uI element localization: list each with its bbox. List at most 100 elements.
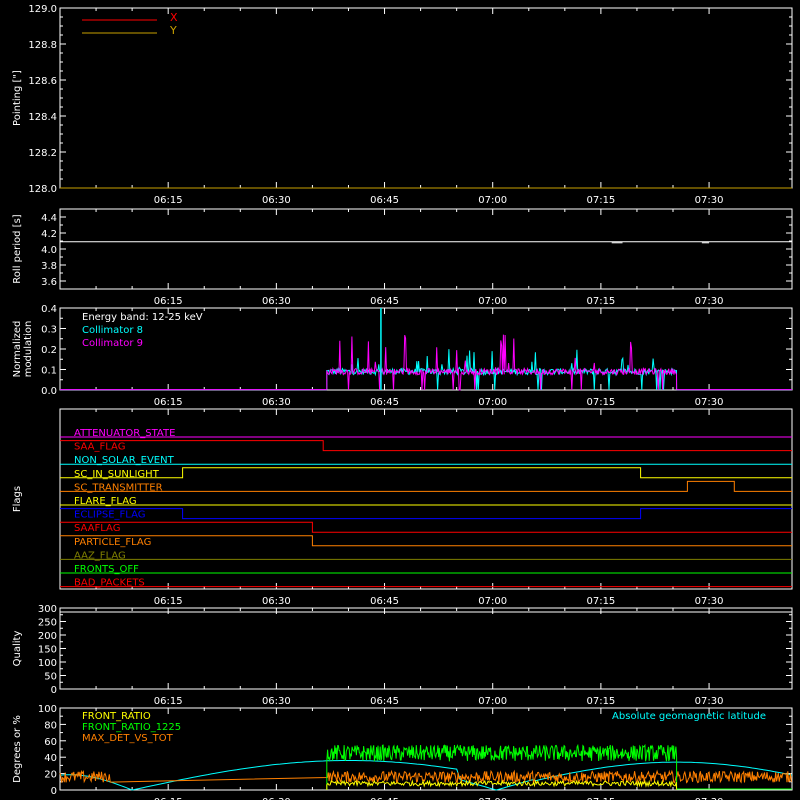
flag-label: PARTICLE_FLAG bbox=[74, 537, 151, 548]
x-tick-label: 06:45 bbox=[370, 397, 399, 408]
panel-3: 06:15 06:30 06:45 07:00 07:15 07:30 Normalized… bbox=[12, 304, 793, 408]
y-tick-label: 0.3 bbox=[41, 325, 57, 336]
y-tick-label: 60 bbox=[44, 737, 57, 748]
flag-label: BAD_PACKETS bbox=[74, 578, 145, 589]
series-collimator-9 bbox=[326, 334, 678, 391]
y-tick-label: 4.0 bbox=[41, 245, 57, 256]
x-tick-label: 07:15 bbox=[586, 696, 615, 707]
panel-frame bbox=[59, 607, 793, 690]
panel-frame bbox=[59, 208, 793, 290]
y-tick-label: 250 bbox=[38, 618, 57, 629]
legend-label: Collimator 8 bbox=[82, 325, 143, 336]
flag-line bbox=[60, 521, 792, 533]
x-tick-label: 07:30 bbox=[695, 195, 724, 206]
y-tick-label: 3.6 bbox=[41, 277, 57, 288]
x-tick-label: 06:15 bbox=[154, 696, 183, 707]
panel-1: 06:15 06:30 06:45 07:00 07:15 07:30 Pointing [… bbox=[12, 4, 793, 206]
y-tick-label: 128.8 bbox=[28, 40, 57, 51]
y-tick-label: 128.2 bbox=[28, 148, 57, 159]
y-axis-label: Degrees or % bbox=[12, 715, 23, 783]
x-tick-label: 07:00 bbox=[478, 397, 507, 408]
y-tick-label: 3.8 bbox=[41, 261, 57, 272]
y-tick-label: 100 bbox=[38, 704, 57, 715]
y-axis-label: Quality bbox=[12, 631, 23, 667]
x-tick-label: 06:15 bbox=[154, 596, 183, 607]
flag-line bbox=[60, 440, 792, 452]
energy-band-annotation: Energy band: 12-25 keV bbox=[82, 312, 203, 323]
y-tick-label: 0.2 bbox=[41, 345, 57, 356]
flag-label: ECLIPSE_FLAG bbox=[74, 510, 145, 521]
y-tick-label: 50 bbox=[44, 672, 57, 683]
x-tick-label: 06:45 bbox=[370, 296, 399, 307]
x-tick-label: 07:30 bbox=[695, 296, 724, 307]
x-tick-label: 06:15 bbox=[154, 397, 183, 408]
x-tick-label: 07:00 bbox=[478, 696, 507, 707]
y-tick-label: 129.0 bbox=[28, 4, 57, 15]
x-tick-label: 06:30 bbox=[262, 696, 291, 707]
y-axis-label: Normalizedmodulation bbox=[12, 321, 34, 378]
flag-label: FRONTS_OFF bbox=[74, 564, 139, 575]
flag-label: ATTENUATOR_STATE bbox=[74, 428, 175, 439]
x-tick-label: 07:30 bbox=[695, 696, 724, 707]
x-tick-label: 06:30 bbox=[262, 596, 291, 607]
y-tick-label: 40 bbox=[44, 753, 57, 764]
x-tick-label: 07:00 bbox=[478, 596, 507, 607]
flag-label: SAA_FLAG bbox=[74, 442, 125, 453]
x-tick-label: 07:30 bbox=[695, 596, 724, 607]
y-tick-label: 150 bbox=[38, 645, 57, 656]
x-tick-label: 07:15 bbox=[586, 195, 615, 206]
x-tick-label: 06:15 bbox=[154, 195, 183, 206]
x-tick-label: 06:45 bbox=[370, 696, 399, 707]
x-tick-label: 06:30 bbox=[262, 195, 291, 206]
y-tick-label: 300 bbox=[38, 604, 57, 615]
y-axis-label: Pointing ["] bbox=[12, 70, 23, 126]
x-tick-label: 07:00 bbox=[478, 296, 507, 307]
x-tick-label: 07:15 bbox=[586, 296, 615, 307]
y-tick-label: 128.6 bbox=[28, 76, 57, 87]
flag-line bbox=[60, 508, 792, 520]
legend-label: FRONT_RATIO_1225 bbox=[82, 722, 181, 733]
panel-2: 06:15 06:30 06:45 07:00 07:15 07:30 Roll perio… bbox=[12, 208, 793, 307]
x-tick-label: 07:30 bbox=[695, 397, 724, 408]
flag-label: SC_IN_SUNLIGHT bbox=[74, 469, 160, 480]
y-tick-label: 4.4 bbox=[41, 213, 57, 224]
figure-canvas: 06:15 06:30 06:45 07:00 07:15 07:30 Pointing [… bbox=[12, 4, 793, 800]
y-axis-label: Flags bbox=[12, 486, 23, 512]
legend-label: FRONT_RATIO bbox=[82, 711, 151, 722]
panel-4: 06:15 06:30 06:45 07:00 07:15 07:30 Flags ATTEN… bbox=[12, 408, 793, 607]
x-tick-label: 06:15 bbox=[154, 296, 183, 307]
panel-5: 06:15 06:30 06:45 07:00 07:15 07:30 Quality 0 50… bbox=[12, 604, 793, 707]
y-tick-label: 4.2 bbox=[41, 229, 57, 240]
flag-label: SC_TRANSMITTER bbox=[74, 482, 163, 493]
y-tick-label: 20 bbox=[44, 770, 57, 781]
y-tick-label: 128.0 bbox=[28, 184, 57, 195]
x-tick-label: 06:30 bbox=[262, 397, 291, 408]
flag-label: SAAFLAG bbox=[74, 523, 120, 534]
x-tick-label: 07:15 bbox=[586, 596, 615, 607]
y-tick-label: 200 bbox=[38, 631, 57, 642]
y-tick-label: 0.4 bbox=[41, 304, 57, 315]
geomagnetic-latitude-label: Absolute geomagnetic latitude bbox=[612, 711, 766, 722]
flag-label: AAZ_FLAG bbox=[74, 550, 126, 561]
x-tick-label: 06:45 bbox=[370, 195, 399, 206]
y-tick-label: 128.4 bbox=[28, 112, 57, 123]
flag-label: FLARE_FLAG bbox=[74, 496, 137, 507]
flag-line bbox=[60, 480, 792, 492]
y-tick-label: 80 bbox=[44, 720, 57, 731]
y-tick-label: 100 bbox=[38, 658, 57, 669]
legend-label: X bbox=[170, 11, 178, 24]
x-tick-label: 06:30 bbox=[262, 296, 291, 307]
legend-label: Y bbox=[169, 24, 177, 37]
legend-label: Collimator 9 bbox=[82, 338, 143, 349]
flag-label: NON_SOLAR_EVENT bbox=[74, 455, 175, 466]
panel-6: 06:1506:3006:4507:0007:1507:30Degrees or… bbox=[12, 704, 793, 800]
flag-line bbox=[60, 535, 792, 547]
x-tick-label: 07:15 bbox=[586, 397, 615, 408]
x-tick-label: 06:45 bbox=[370, 596, 399, 607]
x-tick-label: 07:00 bbox=[478, 195, 507, 206]
y-tick-label: 0.1 bbox=[41, 366, 57, 377]
flag-line bbox=[60, 467, 792, 479]
y-tick-label: 0 bbox=[51, 786, 57, 797]
y-tick-label: 0 bbox=[51, 685, 57, 696]
legend-label: MAX_DET_VS_TOT bbox=[82, 733, 174, 744]
